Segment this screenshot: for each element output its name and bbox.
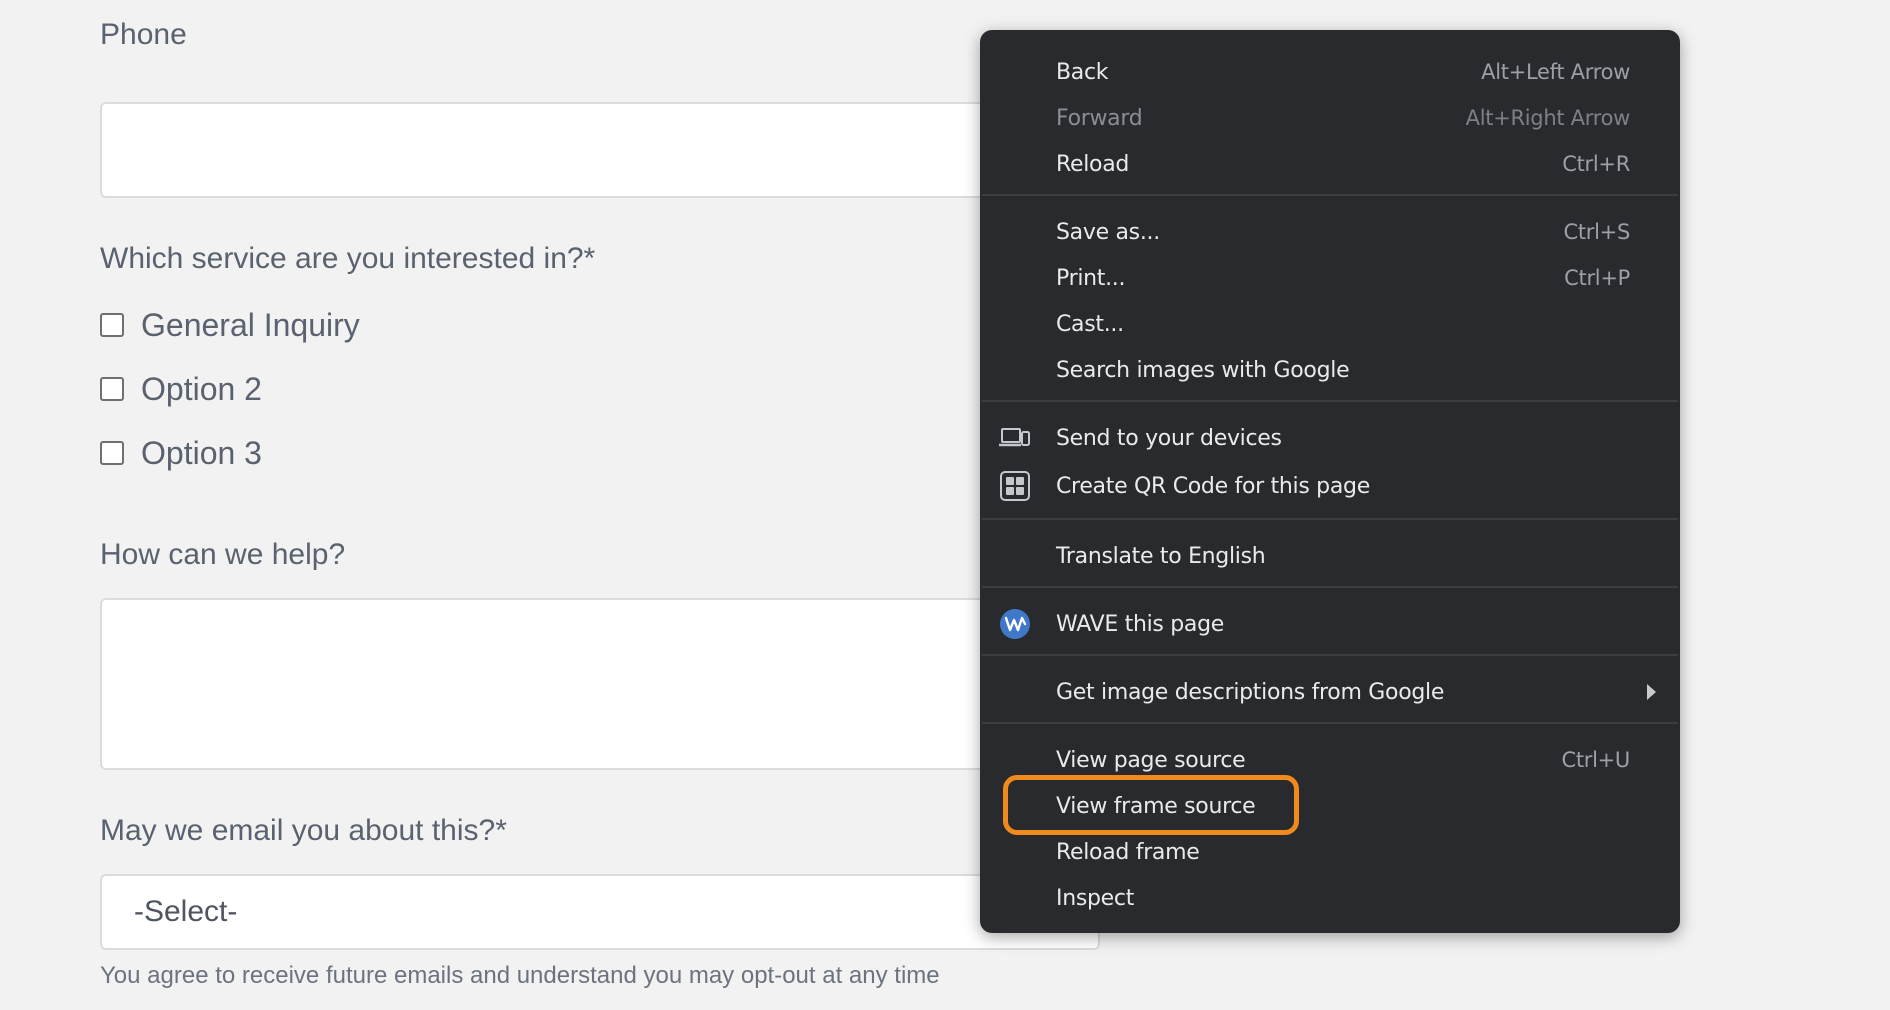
menu-item-reload[interactable]: Reload Ctrl+R [980,142,1680,186]
menu-item-back[interactable]: Back Alt+Left Arrow [980,50,1680,94]
menu-item-label: Reload frame [1056,839,1200,865]
menu-separator [982,400,1678,402]
menu-item-label: Reload [1056,151,1130,177]
menu-item-label: Forward [1056,105,1143,131]
menu-item-label: Cast... [1056,311,1124,337]
menu-item-label: Translate to English [1056,543,1266,569]
menu-item-shortcut: Alt+Right Arrow [1465,106,1631,130]
menu-item-translate[interactable]: Translate to English [980,534,1680,578]
menu-item-label: Create QR Code for this page [1056,473,1370,499]
phone-label: Phone [100,18,187,51]
menu-item-print[interactable]: Print... Ctrl+P [980,256,1680,300]
submenu-arrow-icon [1647,684,1656,700]
menu-item-label: Search images with Google [1056,357,1350,383]
service-option-general-inquiry[interactable]: General Inquiry [100,305,360,345]
help-textarea[interactable] [100,598,1100,770]
service-question-label: Which service are you interested in?* [100,242,596,275]
email-question-label: May we email you about this?* [100,814,507,847]
menu-item-save-as[interactable]: Save as... Ctrl+S [980,210,1680,254]
menu-item-label: View page source [1056,747,1246,773]
menu-item-shortcut: Alt+Left Arrow [1481,60,1630,84]
menu-item-view-frame-source[interactable]: View frame source [980,784,1680,828]
menu-separator [982,654,1678,656]
menu-item-create-qr-code[interactable]: Create QR Code for this page [980,464,1680,508]
menu-item-shortcut: Ctrl+S [1563,220,1631,244]
menu-item-label: Print... [1056,265,1126,291]
checkbox[interactable] [100,313,124,337]
menu-item-image-descriptions[interactable]: Get image descriptions from Google [980,670,1680,714]
menu-item-label: Send to your devices [1056,425,1282,451]
service-option-label: Option 2 [141,370,262,407]
email-consent-note: You agree to receive future emails and u… [100,962,940,989]
select-value: -Select- [134,895,238,928]
menu-separator [982,586,1678,588]
menu-item-label: Save as... [1056,219,1160,245]
page: Phone Which service are you interested i… [0,0,1890,1010]
menu-separator [982,194,1678,196]
menu-item-wave[interactable]: WAVE this page [980,602,1680,646]
menu-item-label: Inspect [1056,885,1135,911]
phone-input[interactable] [100,102,1100,198]
service-option-label: General Inquiry [141,306,360,343]
service-option-3[interactable]: Option 3 [100,433,262,473]
menu-item-shortcut: Ctrl+P [1564,266,1630,290]
menu-item-shortcut: Ctrl+U [1561,748,1630,772]
email-consent-select[interactable]: -Select- [100,874,1100,950]
menu-item-label: Get image descriptions from Google [1056,679,1445,705]
menu-item-send-to-devices[interactable]: Send to your devices [980,416,1680,460]
checkbox[interactable] [100,441,124,465]
menu-item-forward[interactable]: Forward Alt+Right Arrow [980,96,1680,140]
context-menu: Back Alt+Left Arrow Forward Alt+Right Ar… [980,30,1680,933]
menu-separator [982,722,1678,724]
qr-code-icon [998,469,1032,503]
menu-item-label: Back [1056,59,1109,85]
menu-item-search-images[interactable]: Search images with Google [980,348,1680,392]
menu-item-label: View frame source [1056,793,1256,819]
menu-item-view-page-source[interactable]: View page source Ctrl+U [980,738,1680,782]
service-option-2[interactable]: Option 2 [100,369,262,409]
menu-item-reload-frame[interactable]: Reload frame [980,830,1680,874]
wave-extension-icon [998,607,1032,641]
menu-separator [982,518,1678,520]
checkbox[interactable] [100,377,124,401]
menu-item-shortcut: Ctrl+R [1562,152,1630,176]
menu-item-inspect[interactable]: Inspect [980,876,1680,920]
service-option-label: Option 3 [141,434,262,471]
menu-item-cast[interactable]: Cast... [980,302,1680,346]
help-question-label: How can we help? [100,538,346,571]
devices-icon [998,421,1032,455]
menu-item-label: WAVE this page [1056,611,1225,637]
